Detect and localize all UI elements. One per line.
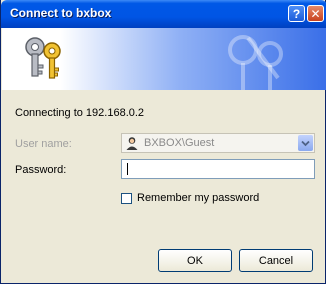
user-icon bbox=[126, 137, 138, 150]
username-combobox[interactable]: BXBOX\Guest bbox=[121, 133, 315, 153]
keys-icon bbox=[25, 37, 61, 79]
keys-watermark-icon bbox=[228, 35, 283, 90]
username-label: User name: bbox=[15, 138, 72, 150]
password-label: Password: bbox=[15, 164, 67, 176]
cancel-button[interactable]: Cancel bbox=[239, 249, 313, 272]
dialog-banner bbox=[2, 28, 326, 90]
ok-button[interactable]: OK bbox=[158, 249, 232, 272]
window-title: Connect to bxbox bbox=[10, 6, 112, 20]
close-button[interactable]: ✕ bbox=[307, 5, 324, 22]
username-dropdown-button[interactable] bbox=[298, 135, 313, 151]
username-value: BXBOX\Guest bbox=[144, 137, 215, 149]
connecting-text: Connecting to 192.168.0.2 bbox=[15, 107, 145, 119]
password-input[interactable] bbox=[121, 159, 315, 179]
remember-password-label[interactable]: Remember my password bbox=[137, 192, 259, 204]
help-button[interactable]: ? bbox=[288, 5, 305, 22]
chevron-down-icon bbox=[301, 140, 310, 146]
remember-password-checkbox[interactable] bbox=[121, 192, 132, 204]
remember-password-option[interactable]: Remember my password bbox=[121, 192, 259, 204]
text-caret bbox=[127, 163, 128, 175]
title-bar[interactable]: Connect to bxbox ? ✕ bbox=[1, 0, 326, 28]
connect-dialog: Connect to bxbox ? ✕ Connecting to 192.1… bbox=[0, 0, 326, 284]
